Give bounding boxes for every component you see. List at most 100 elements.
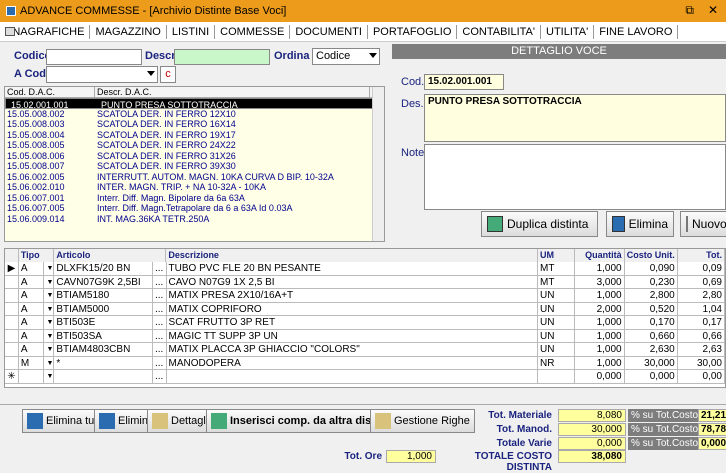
grid-cell-quantita[interactable]: 1,000 xyxy=(575,329,625,342)
c-button[interactable]: c xyxy=(160,66,176,83)
grid-cell-um[interactable]: UN xyxy=(538,316,576,329)
grid-cell-um[interactable]: UN xyxy=(538,302,576,315)
grid-cell-tipo[interactable]: A xyxy=(19,302,45,315)
list-item[interactable]: 15.05.008.003 SCATOLA DER. IN FERRO 16X14 xyxy=(5,119,384,130)
grid-cell-articolo[interactable]: * xyxy=(54,356,153,369)
grid-cell-tipo[interactable] xyxy=(19,370,45,383)
grid-cell-descrizione[interactable]: MANODOPERA xyxy=(167,356,538,369)
grid-row[interactable]: A ▼ BTIAM5000... MATIX COPRIFORO UN 2,000 0,52… xyxy=(5,302,725,316)
ellipsis-button[interactable]: ... xyxy=(153,289,167,302)
grid-cell-descrizione[interactable]: MAGIC TT SUPP 3P UN xyxy=(167,329,538,342)
grid-header-tipo[interactable]: Tipo xyxy=(19,249,55,262)
grid-cell-costo-unit[interactable]: 0,660 xyxy=(625,329,678,342)
list-item[interactable]: 15.06.002.010 INTER. MAGN. TRIP. + NA 10-… xyxy=(5,182,384,193)
grid-cell-quantita[interactable]: 1,000 xyxy=(575,343,625,356)
grid-cell-descrizione[interactable]: MATIX PLACCA 3P GHIACCIO "COLORS" xyxy=(167,343,538,356)
grid-cell-tipo[interactable]: M xyxy=(19,356,45,369)
menu-utilita[interactable]: UTILITA' xyxy=(541,24,595,39)
grid-cell-costo-unit[interactable]: 0,000 xyxy=(625,370,678,383)
grid-row[interactable]: A ▼ BTI503E... SCAT FRUTTO 3P RET UN 1,000 0,1… xyxy=(5,316,725,330)
chevron-down-icon[interactable]: ▼ xyxy=(44,356,55,369)
grid-cell-articolo[interactable]: BTI503SA xyxy=(54,329,153,342)
grid-cell-costo-unit[interactable]: 0,520 xyxy=(625,302,678,315)
grid-cell-um[interactable]: NR xyxy=(538,356,576,369)
restore-icon[interactable]: ⧉ xyxy=(685,3,694,18)
grid-row[interactable]: ▶ A ▼ DLXFK15/20 BN... TUBO PVC FLE 20 BN PE… xyxy=(5,262,725,276)
grid-cell-um[interactable]: UN xyxy=(538,343,576,356)
grid-cell-articolo[interactable] xyxy=(54,370,153,383)
grid-cell-costo-unit[interactable]: 0,170 xyxy=(625,316,678,329)
grid-cell-descrizione[interactable]: CAVO N07G9 1X 2,5 BI xyxy=(167,275,538,288)
grid-cell-articolo[interactable]: BTI503E xyxy=(54,316,153,329)
grid-cell-quantita[interactable]: 1,000 xyxy=(575,262,625,275)
acod-select[interactable] xyxy=(46,66,158,83)
grid-cell-descrizione[interactable]: MATIX COPRIFORO xyxy=(167,302,538,315)
grid-cell-articolo[interactable]: DLXFK15/20 BN xyxy=(54,262,153,275)
grid-row[interactable]: A ▼ CAVN07G9K 2,5BI... CAVO N07G9 1X 2,5 BI… xyxy=(5,275,725,289)
grid-cell-descrizione[interactable]: MATIX PRESA 2X10/16A+T xyxy=(167,289,538,302)
ellipsis-button[interactable]: ... xyxy=(153,262,167,275)
list-item[interactable]: 15.02.001.001 PUNTO PRESA SOTTOTRACCIA xyxy=(5,98,378,110)
close-icon[interactable]: ✕ xyxy=(708,3,718,18)
chevron-down-icon[interactable]: ▼ xyxy=(44,289,55,302)
grid-header-descrizione[interactable]: Descrizione xyxy=(166,249,538,262)
grid-cell-articolo[interactable]: BTIAM5180 xyxy=(54,289,153,302)
grid-cell-tipo[interactable]: A xyxy=(19,275,45,288)
grid-cell-descrizione[interactable]: TUBO PVC FLE 20 BN PESANTE xyxy=(167,262,538,275)
chevron-down-icon[interactable]: ▼ xyxy=(44,316,55,329)
chevron-down-icon[interactable]: ▼ xyxy=(44,275,55,288)
codice-input[interactable] xyxy=(46,49,142,65)
grid-cell-tipo[interactable]: A xyxy=(19,289,45,302)
grid-cell-um[interactable]: UN xyxy=(538,329,576,342)
grid-header-costo-unit[interactable]: Costo Unit. xyxy=(625,249,678,262)
grid-cell-quantita[interactable]: 2,000 xyxy=(575,302,625,315)
grid-cell-quantita[interactable]: 0,000 xyxy=(575,370,625,383)
menu-magazzino[interactable]: MAGAZZINO xyxy=(90,24,167,39)
note-field[interactable] xyxy=(424,144,726,210)
grid-header-articolo[interactable]: Articolo xyxy=(54,249,167,262)
menu-portafoglio[interactable]: PORTAFOGLIO xyxy=(368,24,458,39)
grid-cell-descrizione[interactable] xyxy=(167,370,538,383)
ellipsis-button[interactable]: ... xyxy=(153,343,167,356)
grid-row[interactable]: A ▼ BTIAM4803CBN... MATIX PLACCA 3P GHIACCI… xyxy=(5,343,725,357)
grid-cell-quantita[interactable]: 3,000 xyxy=(575,275,625,288)
des-field[interactable]: PUNTO PRESA SOTTOTRACCIA xyxy=(424,94,726,142)
menu-fine-lavoro[interactable]: FINE LAVORO xyxy=(594,24,679,39)
ellipsis-button[interactable]: ... xyxy=(153,302,167,315)
grid-cell-quantita[interactable]: 1,000 xyxy=(575,356,625,369)
grid-cell-um[interactable]: UN xyxy=(538,289,576,302)
ordina-select[interactable]: Codice xyxy=(312,48,380,65)
menu-listini[interactable]: LISTINI xyxy=(167,24,216,39)
grid-cell-um[interactable]: MT xyxy=(538,275,576,288)
grid-cell-tipo[interactable]: A xyxy=(19,316,45,329)
list-header-descr[interactable]: Descr. D.A.C. xyxy=(95,87,370,97)
grid-cell-costo-unit[interactable]: 2,800 xyxy=(625,289,678,302)
grid-cell-costo-unit[interactable]: 30,000 xyxy=(625,356,678,369)
grid-cell-articolo[interactable]: BTIAM5000 xyxy=(54,302,153,315)
grid-row[interactable]: ✳ ▼... 0,000 0,000 0,00 xyxy=(5,370,725,384)
list-item[interactable]: 15.06.009.014 INT. MAG.36KA TETR.250A xyxy=(5,214,384,225)
grid-row[interactable]: A ▼ BTI503SA... MAGIC TT SUPP 3P UN UN 1,000 0… xyxy=(5,329,725,343)
ellipsis-button[interactable]: ... xyxy=(153,316,167,329)
chevron-down-icon[interactable]: ▼ xyxy=(44,262,55,275)
ellipsis-button[interactable]: ... xyxy=(153,275,167,288)
grid-cell-um[interactable]: MT xyxy=(538,262,576,275)
list-item[interactable]: 15.06.002.005 INTERRUTT. AUTOM. MAGN. 10K… xyxy=(5,172,384,183)
list-item[interactable]: 15.06.007.005 Interr. Diff. Magn.Tetrapol… xyxy=(5,203,384,214)
list-item[interactable]: 15.05.008.002 SCATOLA DER. IN FERRO 12X10 xyxy=(5,109,384,120)
chevron-down-icon[interactable]: ▼ xyxy=(44,329,55,342)
grid-cell-articolo[interactable]: BTIAM4803CBN xyxy=(54,343,153,356)
chevron-down-icon[interactable]: ▼ xyxy=(44,302,55,315)
grid-cell-costo-unit[interactable]: 0,230 xyxy=(625,275,678,288)
grid-cell-quantita[interactable]: 1,000 xyxy=(575,289,625,302)
grid-cell-um[interactable] xyxy=(538,370,576,383)
menu-documenti[interactable]: DOCUMENTI xyxy=(290,24,368,39)
duplica-distinta-button[interactable]: Duplica distinta xyxy=(481,211,598,237)
list-item[interactable]: 15.06.007.001 Interr. Diff. Magn. Bipolar… xyxy=(5,193,384,204)
list-item[interactable]: 15.05.008.007 SCATOLA DER. IN FERRO 39X30 xyxy=(5,161,384,172)
grid-cell-descrizione[interactable]: SCAT FRUTTO 3P RET xyxy=(167,316,538,329)
list-item[interactable]: 15.05.008.004 SCATOLA DER. IN FERRO 19X17 xyxy=(5,130,384,141)
ellipsis-button[interactable]: ... xyxy=(153,370,167,383)
grid-header-tot-costo[interactable]: Tot. Costo xyxy=(678,249,725,262)
nuovo-button[interactable]: Nuovo xyxy=(680,211,726,237)
